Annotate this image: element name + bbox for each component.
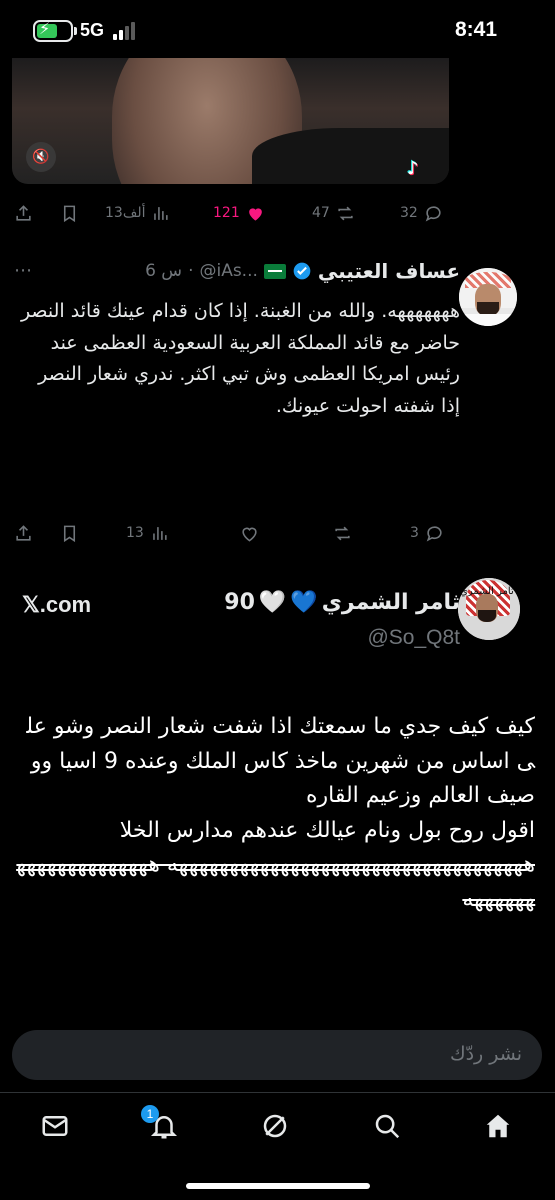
tab-home[interactable] — [483, 1111, 513, 1141]
reply-icon — [426, 525, 442, 541]
repost-button[interactable]: 47 — [312, 198, 355, 228]
views-count: 13 — [126, 525, 144, 541]
heart-filled-icon — [248, 207, 262, 221]
signal-icon — [113, 22, 137, 40]
author-row[interactable]: ثامر الشمري 💙 🤍 90 — [224, 590, 460, 615]
source-label: 𝕏.com — [22, 592, 92, 617]
tweet-actions: 13 3 — [0, 518, 555, 548]
battery-icon: ⚡ — [33, 19, 77, 42]
bookmark-button[interactable] — [60, 198, 79, 228]
tab-messages[interactable] — [40, 1111, 70, 1141]
repost-icon — [335, 526, 350, 540]
author-name-suffix: 90 — [224, 590, 255, 615]
author-row: 6 س · @iAs... عساف العتيبي — [145, 259, 460, 283]
home-icon — [486, 1114, 510, 1138]
repost-button[interactable] — [333, 518, 352, 548]
author-handle[interactable]: @So_Q8t — [367, 626, 460, 650]
reply-input[interactable]: نشر ردّك — [12, 1030, 542, 1080]
avatar[interactable]: ثامر الشمري — [458, 578, 520, 640]
grok-icon — [263, 1114, 287, 1138]
reply-icon — [425, 205, 441, 221]
network-label: 5G — [80, 20, 105, 40]
author-handle[interactable]: @iAs... — [199, 261, 257, 281]
home-indicator — [186, 1183, 370, 1189]
repost-icon — [338, 206, 353, 220]
blue-heart-icon: 💙 — [290, 590, 318, 615]
share-button[interactable] — [14, 518, 33, 548]
views-button[interactable]: 13ألف — [105, 198, 170, 228]
replies-count: 32 — [400, 205, 418, 221]
views-icon — [152, 526, 167, 540]
mail-icon — [42, 1116, 68, 1136]
likes-count: 121 — [213, 205, 240, 221]
heart-icon — [242, 527, 257, 542]
tweet-text-laugh: هههههههههههههههههههههههههههههههههههه ههه… — [16, 852, 535, 912]
like-button[interactable]: 121 — [213, 198, 265, 228]
tweet-text-body: كيف كيف جدي ما سمعتك اذا شفت شعار النصر … — [26, 714, 535, 843]
author-name[interactable]: عساف العتيبي — [318, 259, 460, 283]
tiktok-logo-icon: ♪ — [407, 158, 419, 179]
tab-search[interactable] — [372, 1111, 402, 1141]
saudi-flag-icon — [263, 263, 286, 279]
tweet-time: 6 س — [145, 261, 183, 281]
bookmark-icon — [63, 525, 76, 542]
views-count: 13ألف — [105, 205, 146, 221]
replies-count: 3 — [410, 525, 419, 541]
share-icon — [16, 204, 31, 221]
share-icon — [16, 524, 31, 541]
author-name: ثامر الشمري — [321, 590, 460, 615]
tweet-text: هههههههه. والله من الغبنة. إذا كان قدام … — [20, 300, 460, 417]
avatar-calligraphy: ثامر الشمري — [460, 586, 514, 597]
tweet-text: كيف كيف جدي ما سمعتك اذا شفت شعار النصر … — [15, 710, 535, 917]
reply-button[interactable]: 3 — [410, 518, 444, 548]
media-tweet-actions: 13ألف 121 47 32 — [0, 198, 555, 228]
share-button[interactable] — [14, 198, 33, 228]
tab-grok[interactable] — [260, 1111, 290, 1141]
video-media[interactable]: 🔇 ♪ — [12, 58, 449, 184]
bookmark-button[interactable] — [60, 518, 79, 548]
mute-icon[interactable]: 🔇 — [26, 142, 56, 172]
views-button[interactable]: 13 — [126, 518, 169, 548]
verified-badge-icon — [293, 262, 311, 280]
reply-placeholder: نشر ردّك — [449, 1043, 522, 1065]
like-button[interactable] — [240, 518, 259, 548]
bookmark-icon — [63, 205, 76, 222]
notifications-badge: 1 — [141, 1105, 159, 1123]
clock: 8:41 — [454, 18, 497, 41]
white-heart-icon: 🤍 — [258, 590, 287, 615]
more-options-icon[interactable]: ⋯ — [14, 260, 34, 281]
tab-notifications[interactable]: 1 — [141, 1105, 179, 1141]
avatar[interactable] — [459, 268, 517, 326]
views-icon — [154, 206, 169, 220]
reply-button[interactable]: 32 — [400, 198, 443, 228]
reposts-count: 47 — [312, 205, 330, 221]
status-bar: ⚡ 5G 8:41 — [0, 0, 555, 60]
search-icon — [375, 1114, 400, 1139]
